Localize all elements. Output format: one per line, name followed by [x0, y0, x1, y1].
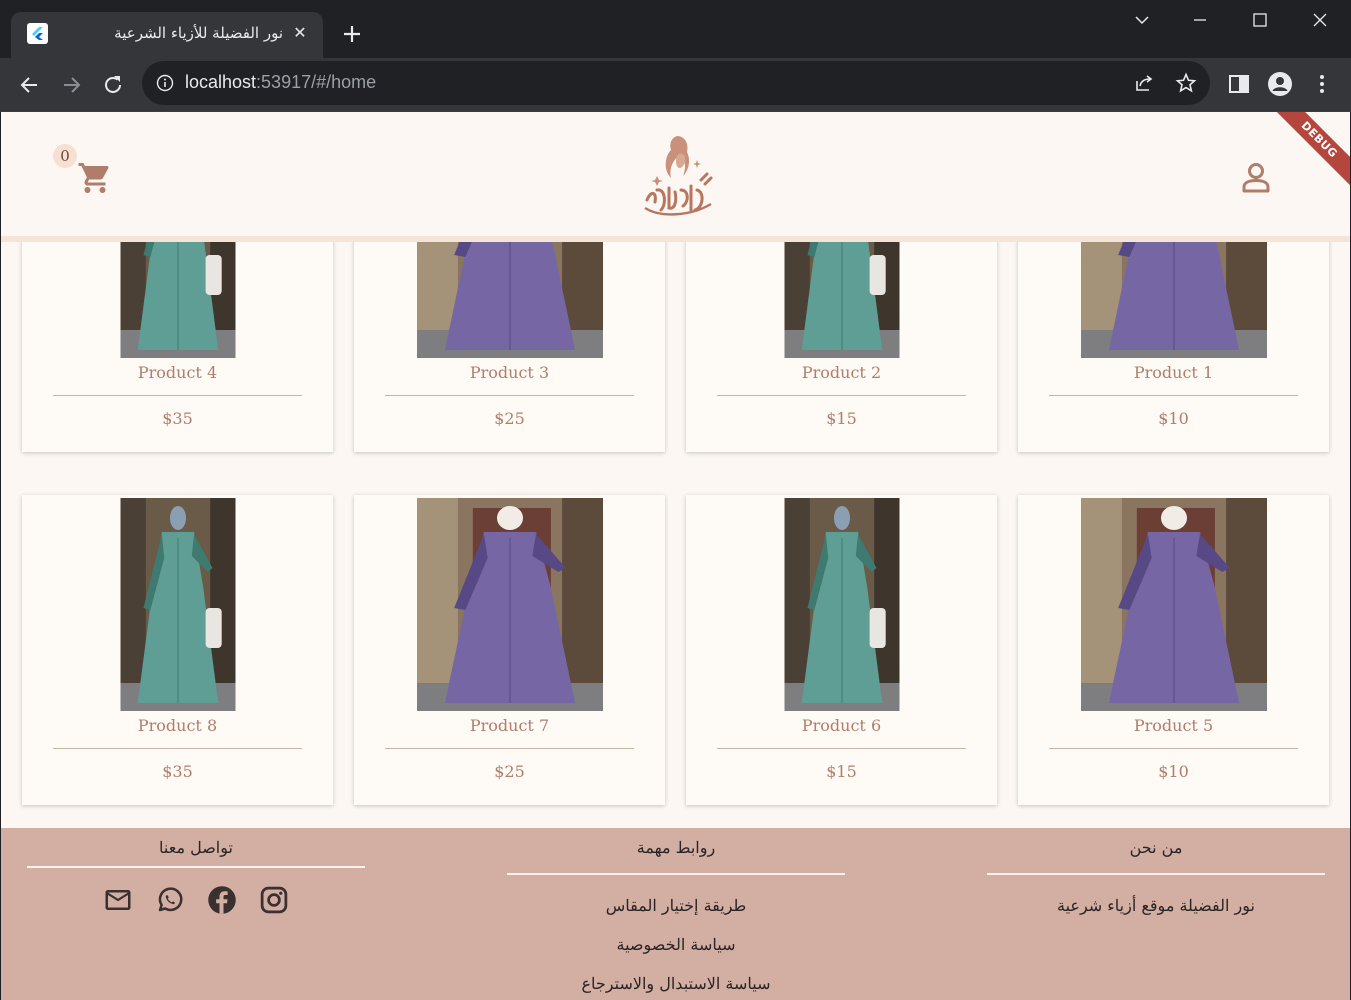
footer-links-column: روابط مهمة طريقة إختيار المقاس سياسة الخ… [507, 828, 845, 1000]
footer-divider [987, 873, 1325, 875]
product-price: $15 [826, 762, 857, 781]
footer-links-title: روابط مهمة [636, 838, 716, 857]
menu-kebab-icon[interactable] [1309, 71, 1335, 97]
product-image[interactable] [120, 242, 235, 358]
product-image[interactable] [784, 242, 899, 358]
maximize-icon[interactable] [1240, 8, 1280, 32]
product-card[interactable]: Product 1 $10 [1018, 242, 1329, 452]
debug-banner: DEBUG [1265, 112, 1350, 194]
product-name: Product 4 [137, 363, 218, 382]
product-name: Product 5 [1133, 716, 1214, 735]
product-name: Product 7 [469, 716, 550, 735]
profile-avatar-icon[interactable] [1267, 71, 1293, 97]
footer-contact-title: تواصل معنا [159, 838, 233, 857]
app-header: 0 DEBUG [1, 112, 1350, 242]
product-name: Product 8 [137, 716, 218, 735]
product-image[interactable] [416, 242, 603, 358]
footer-link-returns[interactable]: سياسة الاستبدال والاسترجاع [507, 974, 845, 993]
product-card[interactable]: Product 3 $25 [354, 242, 665, 452]
product-image[interactable] [120, 498, 235, 711]
card-divider [717, 748, 966, 749]
product-name: Product 1 [1133, 363, 1214, 382]
footer-contact-column: تواصل معنا [27, 828, 365, 1000]
footer-divider [507, 873, 845, 875]
bookmark-star-icon[interactable] [1175, 72, 1197, 94]
product-price: $10 [1158, 762, 1189, 781]
product-card[interactable]: Product 7 $25 [354, 495, 665, 805]
brand-logo[interactable] [631, 130, 721, 220]
card-divider [53, 395, 302, 396]
browser-tab[interactable]: نور الفضيلة للأزياء الشرعية ✕ [11, 12, 323, 58]
facebook-icon[interactable] [207, 885, 237, 915]
product-image[interactable] [1080, 498, 1267, 711]
footer-link-size-guide[interactable]: طريقة إختيار المقاس [507, 896, 845, 915]
email-icon[interactable] [103, 885, 133, 915]
card-divider [717, 395, 966, 396]
card-divider [385, 748, 634, 749]
product-image[interactable] [784, 498, 899, 711]
url-path: :53917/#/home [256, 72, 377, 92]
reload-icon[interactable] [100, 72, 126, 98]
card-divider [1049, 748, 1298, 749]
browser-toolbar: localhost:53917/#/home [0, 58, 1351, 112]
new-tab-icon[interactable] [338, 20, 366, 48]
product-price: $35 [162, 409, 193, 428]
product-name: Product 2 [801, 363, 882, 382]
footer-link-privacy[interactable]: سياسة الخصوصية [507, 935, 845, 954]
product-card[interactable]: Product 4 $35 [22, 242, 333, 452]
address-bar[interactable]: localhost:53917/#/home [142, 61, 1210, 105]
tab-title: نور الفضيلة للأزياء الشرعية [114, 24, 283, 42]
product-image[interactable] [1080, 242, 1267, 358]
flutter-icon [27, 23, 48, 44]
account-icon[interactable] [1241, 162, 1271, 194]
product-grid: Product 4 $35 Product 3 $25 Product 2 $15 Prod… [1, 242, 1350, 828]
url-host: localhost [185, 72, 257, 92]
info-icon[interactable] [156, 74, 174, 96]
product-price: $25 [494, 762, 525, 781]
footer-about-title: من نحن [1129, 838, 1183, 857]
app-page: Product 4 $35 Product 3 $25 Product 2 $15 Prod… [1, 112, 1350, 1000]
side-panel-icon[interactable] [1226, 71, 1252, 97]
product-price: $15 [826, 409, 857, 428]
shopping-cart-icon [77, 160, 113, 200]
back-icon[interactable] [17, 72, 43, 98]
product-card[interactable]: Product 5 $10 [1018, 495, 1329, 805]
footer-about-text: نور الفضيلة موقع أزياء شرعية [1057, 896, 1255, 915]
footer-about-column: من نحن نور الفضيلة موقع أزياء شرعية [987, 828, 1325, 1000]
product-price: $35 [162, 762, 193, 781]
card-divider [385, 395, 634, 396]
product-name: Product 3 [469, 363, 550, 382]
product-price: $25 [494, 409, 525, 428]
browser-titlebar: نور الفضيلة للأزياء الشرعية ✕ [0, 0, 1351, 58]
cart-count-badge: 0 [53, 144, 77, 168]
whatsapp-icon[interactable] [155, 885, 185, 915]
product-card[interactable]: Product 6 $15 [686, 495, 997, 805]
tab-search-icon[interactable] [1122, 8, 1162, 32]
close-window-icon[interactable] [1300, 8, 1340, 32]
card-divider [53, 748, 302, 749]
product-image[interactable] [416, 498, 603, 711]
site-footer: تواصل معنا روابط مهمة طريقة إختيار المقا… [1, 828, 1350, 1000]
product-price: $10 [1158, 409, 1189, 428]
minimize-icon[interactable] [1180, 8, 1220, 32]
cart-button[interactable]: 0 [51, 144, 115, 198]
product-card[interactable]: Product 2 $15 [686, 242, 997, 452]
product-card[interactable]: Product 8 $35 [22, 495, 333, 805]
card-divider [1049, 395, 1298, 396]
forward-icon[interactable] [58, 72, 84, 98]
close-tab-icon[interactable]: ✕ [290, 23, 310, 43]
footer-divider [27, 866, 365, 868]
product-name: Product 6 [801, 716, 882, 735]
share-icon[interactable] [1133, 72, 1155, 94]
instagram-icon[interactable] [259, 885, 289, 915]
url-text: localhost:53917/#/home [185, 72, 376, 93]
